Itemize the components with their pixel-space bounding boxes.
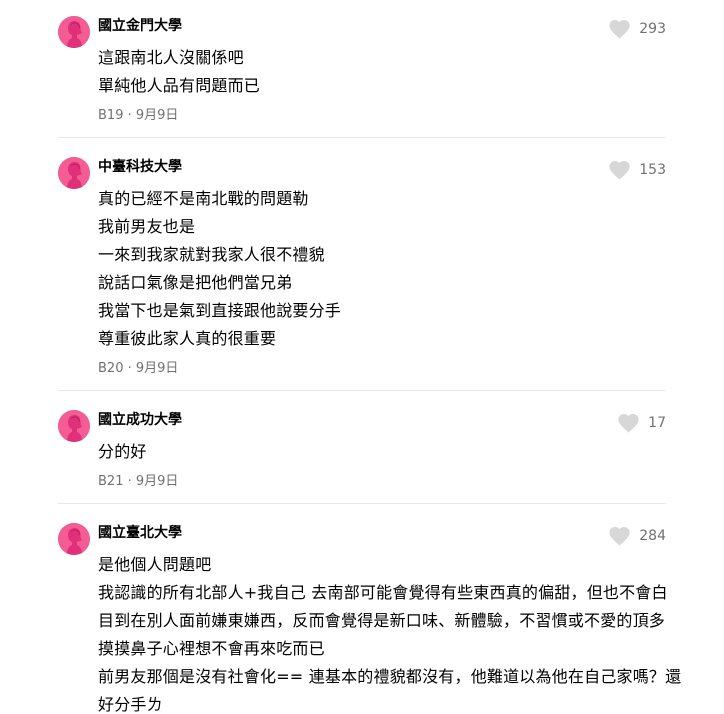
comment-text-line: 好分手ㄌ	[98, 695, 163, 714]
comment-text-line: 我當下也是氣到直接跟他說要分手	[98, 301, 342, 320]
comment-meta: B19 · 9月9日	[98, 106, 666, 126]
comment-text-line: 目到在別人面前嫌東嫌西，反而會覺得是新口味、新體驗，不習慣或不愛的頂多	[98, 611, 666, 630]
like-count: 17	[648, 415, 666, 431]
comment-body: 真的已經不是南北戰的問題勒 我前男友也是 一來到我家就對我家人很不禮貌 說話口氣…	[98, 185, 666, 379]
like-button[interactable]: 17	[618, 412, 666, 434]
like-count: 293	[639, 21, 666, 37]
floor-number: B20	[98, 361, 124, 376]
comment-text-line: 我認識的所有北部人+我自己 去南部可能會覺得有些東西真的偏甜，但也不會白	[98, 583, 668, 602]
comment-meta: B21 · 9月9日	[98, 472, 666, 492]
female-avatar-icon[interactable]	[58, 16, 90, 48]
comment-body: 這跟南北人沒關係吧 單純他人品有問題而已 B19 · 9月9日	[98, 44, 666, 126]
female-avatar-icon[interactable]	[58, 523, 90, 555]
school-name[interactable]: 中臺科技大學	[98, 157, 182, 177]
female-avatar-icon[interactable]	[58, 157, 90, 189]
comment-body: 分的好 B21 · 9月9日	[98, 438, 666, 492]
meta-separator: ·	[123, 474, 136, 489]
floor-number: B19	[98, 108, 124, 123]
comment-text-line: 是他個人問題吧	[98, 555, 212, 574]
comment-text-line: 我前男友也是	[98, 217, 196, 236]
like-button[interactable]: 284	[609, 525, 666, 547]
comment-thread: 國立金門大學 293 這跟南北人沒關係吧 單純他人品有問題而已 B19 · 9月…	[0, 0, 724, 714]
comment-date: 9月9日	[135, 474, 179, 489]
comment-meta: B20 · 9月9日	[98, 359, 666, 379]
comment-divider	[58, 137, 666, 138]
like-button[interactable]: 293	[609, 18, 666, 40]
comment-body: 是他個人問題吧 我認識的所有北部人+我自己 去南部可能會覺得有些東西真的偏甜，但…	[98, 551, 682, 714]
comment-text-line: 一來到我家就對我家人很不禮貌	[98, 245, 325, 264]
like-count: 284	[639, 528, 666, 544]
meta-separator: ·	[123, 108, 136, 123]
comment-text-line: 真的已經不是南北戰的問題勒	[98, 189, 309, 208]
comment-text-line: 前男友那個是沒有社會化== 連基本的禮貌都沒有，他難道以為他在自己家嗎？還	[98, 667, 682, 686]
heart-icon[interactable]	[609, 526, 630, 546]
comment-date: 9月9日	[135, 108, 179, 123]
meta-separator: ·	[123, 361, 136, 376]
female-avatar-icon[interactable]	[58, 410, 90, 442]
floor-number: B21	[98, 474, 124, 489]
school-name[interactable]: 國立臺北大學	[98, 523, 182, 543]
comment-text-line: 單純他人品有問題而已	[98, 76, 261, 95]
comment-divider	[58, 390, 666, 391]
like-count: 153	[639, 162, 666, 178]
comment-text-line: 這跟南北人沒關係吧	[98, 48, 244, 67]
school-name[interactable]: 國立金門大學	[98, 16, 182, 36]
comment-date: 9月9日	[135, 361, 179, 376]
heart-icon[interactable]	[609, 160, 630, 180]
heart-icon[interactable]	[618, 413, 639, 433]
comment-text-line: 說話口氣像是把他們當兄弟	[98, 273, 293, 292]
like-button[interactable]: 153	[609, 159, 666, 181]
school-name[interactable]: 國立成功大學	[98, 410, 182, 430]
comment-text-line: 尊重彼此家人真的很重要	[98, 329, 277, 348]
comment-divider	[58, 503, 666, 504]
heart-icon[interactable]	[609, 19, 630, 39]
comment-text-line: 分的好	[98, 442, 147, 461]
comment-text-line: 摸摸鼻子心裡想不會再來吃而已	[98, 639, 325, 658]
